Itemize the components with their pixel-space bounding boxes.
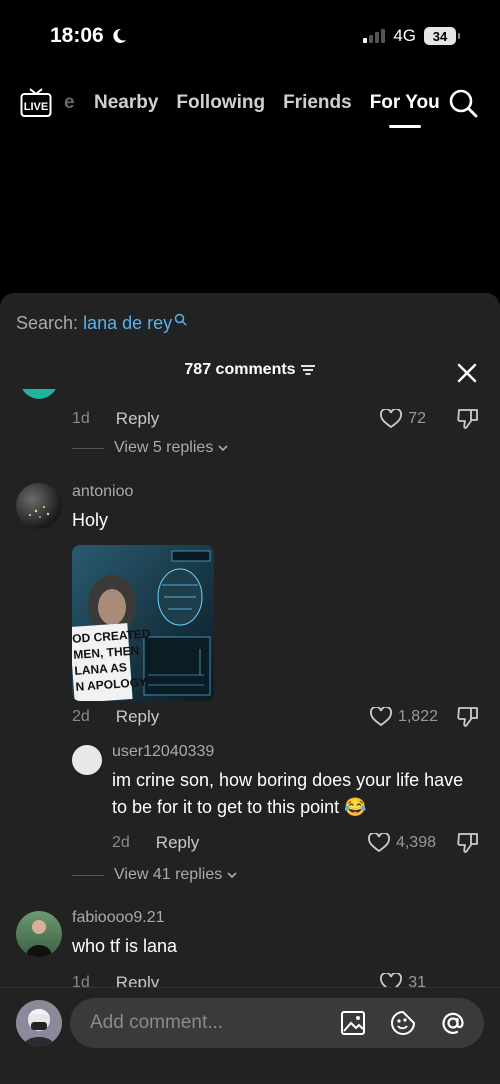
close-icon[interactable] [456, 362, 478, 384]
like-button[interactable]: 4,398 [368, 833, 436, 853]
signal-icon [363, 29, 386, 43]
chevron-down-icon [227, 872, 237, 879]
status-time: 18:06 [50, 24, 128, 48]
view-replies-label: View 41 replies [114, 866, 223, 883]
search-prefix: Search: [16, 313, 79, 333]
tab-following[interactable]: Following [176, 92, 265, 114]
tab-friends[interactable]: Friends [283, 92, 352, 114]
time-text: 18:06 [50, 24, 104, 47]
live-label: LIVE [24, 101, 48, 113]
battery-level: 34 [432, 28, 448, 44]
comments-sheet: Search: lana de rey 787 comments 1d Repl… [0, 293, 500, 1084]
like-button[interactable]: 72 [380, 409, 426, 429]
small-search-icon [174, 313, 187, 326]
dislike-icon[interactable] [456, 831, 480, 855]
dislike-icon[interactable] [456, 705, 480, 729]
heart-icon [370, 707, 392, 727]
comments-header: 787 comments [0, 361, 500, 379]
comment-username[interactable]: antonioo [72, 483, 133, 501]
reply-text: im crine son, how boring does your life … [112, 770, 464, 817]
my-avatar-photo [16, 1000, 62, 1046]
moon-icon [113, 28, 126, 43]
like-button[interactable]: 1,822 [370, 707, 438, 727]
comment-meta: 1d Reply [72, 973, 159, 987]
status-bar: 18:06 4G 34 [0, 0, 500, 72]
filter-icon[interactable] [300, 364, 316, 376]
avatar[interactable] [16, 911, 62, 957]
view-replies-button[interactable]: View 41 replies [72, 866, 238, 884]
comment-meta: 1d Reply [72, 409, 159, 429]
heart-icon [368, 833, 390, 853]
live-icon[interactable]: LIVE [20, 88, 52, 118]
network-label: 4G [393, 26, 416, 45]
comment-text: Holy [72, 510, 109, 530]
view-replies-button[interactable]: View 5 replies [72, 439, 229, 457]
my-avatar[interactable] [16, 1000, 62, 1046]
comment-input-bar [0, 987, 500, 1084]
avatar-photo [29, 506, 50, 518]
like-count: 31 [408, 974, 426, 987]
avatar[interactable] [20, 389, 58, 399]
comment-time: 1d [72, 974, 90, 987]
dislike-icon[interactable] [456, 407, 480, 431]
emoji-icon[interactable] [390, 1010, 416, 1036]
mention-icon[interactable] [440, 1010, 466, 1036]
top-navigation: LIVE e Nearby Following Friends For You [0, 84, 500, 134]
avatar-photo [26, 920, 52, 957]
reply-time: 2d [112, 834, 130, 851]
search-term[interactable]: lana de rey [83, 313, 172, 333]
comment-input[interactable] [90, 998, 320, 1048]
heart-icon [380, 973, 403, 987]
tab-partial[interactable]: e [64, 92, 75, 114]
reply-button[interactable]: Reply [156, 833, 199, 853]
comment-time: 2d [72, 708, 90, 725]
comment-time: 1d [72, 410, 90, 427]
like-button[interactable]: 31 [380, 973, 426, 987]
battery-icon: 34 [424, 27, 460, 45]
reply-username[interactable]: user12040339 [112, 743, 214, 761]
like-count: 1,822 [397, 708, 438, 725]
comment-username[interactable]: fabioooo9.21 [72, 909, 165, 927]
reply-meta: 2d Reply [112, 833, 199, 853]
image-icon[interactable] [340, 1010, 366, 1036]
like-count: 72 [408, 410, 426, 427]
like-count: 4,398 [395, 834, 436, 851]
comments-list[interactable]: 1d Reply 72 View 5 replies antonioo Holy [0, 389, 500, 987]
reply-button[interactable]: Reply [116, 973, 159, 987]
comments-count: 787 comments [184, 361, 296, 378]
comment-meta: 2d Reply [72, 707, 159, 727]
tab-for-you[interactable]: For You [370, 92, 440, 114]
reply-button[interactable]: Reply [116, 707, 159, 727]
search-icon[interactable] [448, 88, 478, 118]
reply-button[interactable]: Reply [116, 409, 159, 429]
tab-nearby[interactable]: Nearby [94, 92, 158, 114]
avatar[interactable] [16, 483, 62, 529]
avatar[interactable] [72, 745, 102, 775]
view-replies-label: View 5 replies [114, 439, 214, 456]
comment-input-container[interactable] [70, 998, 484, 1048]
comment-image[interactable]: OD CREATED MEN, THEN LANA AS N APOLOGY [72, 545, 214, 701]
comment-image-graphic: OD CREATED MEN, THEN LANA AS N APOLOGY [72, 545, 214, 701]
comment-text: who tf is lana [72, 936, 178, 956]
chevron-down-icon [218, 445, 228, 452]
search-suggestion[interactable]: Search: lana de rey [16, 313, 187, 334]
heart-icon [380, 409, 403, 429]
